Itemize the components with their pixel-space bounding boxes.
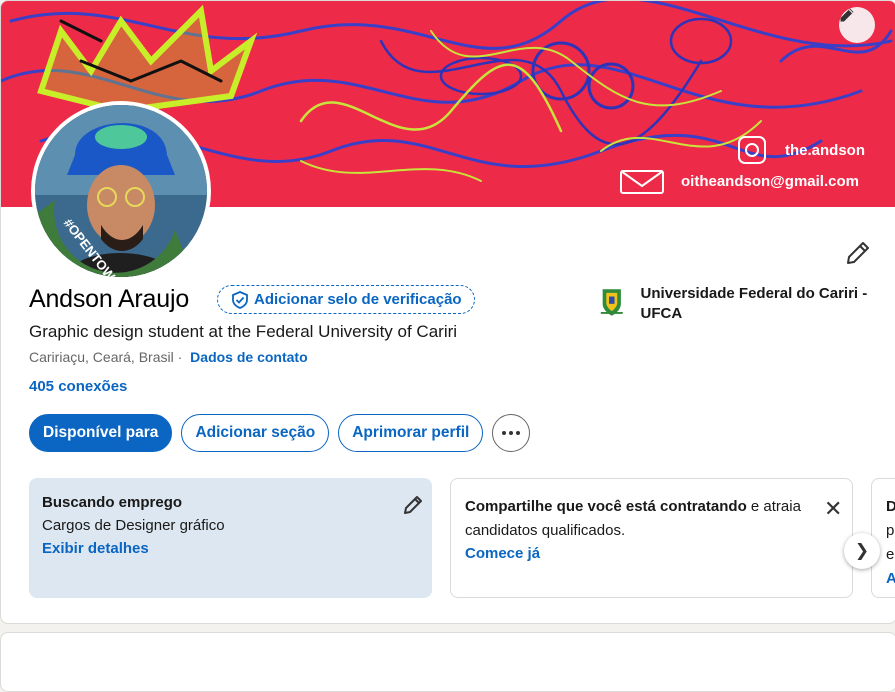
profile-headline: Graphic design student at the Federal Un…: [29, 322, 458, 341]
more-options-button[interactable]: [492, 414, 531, 452]
peek-line-1: D: [886, 495, 895, 519]
ellipsis-icon: [502, 431, 521, 435]
available-for-button[interactable]: Disponível para: [29, 414, 173, 452]
verify-badge-button[interactable]: Adicionar selo de verificação: [217, 285, 475, 314]
contact-info-link[interactable]: Dados de contato: [190, 349, 307, 365]
add-section-button[interactable]: Adicionar seção: [181, 414, 330, 452]
banner-handle: the.andson: [785, 142, 866, 159]
hiring-panel-text: Compartilhe que você está contratando e …: [465, 495, 815, 543]
profile-actions: Disponível para Adicionar seção Aprimora…: [29, 414, 531, 452]
pencil-icon[interactable]: [403, 495, 423, 515]
peek-line-4: A: [886, 567, 895, 591]
peek-line-2: p: [886, 522, 895, 539]
education-name: Universidade Federal do Cariri - UFCA: [640, 285, 868, 322]
profile-name: Andson Araujo: [29, 285, 190, 313]
next-section-card: [0, 632, 895, 692]
pencil-icon: [840, 8, 854, 22]
carousel-next-button[interactable]: ❯: [844, 533, 880, 569]
banner-email: oitheandson@gmail.com: [681, 173, 859, 190]
profile-card: the.andson oitheandson@gmail.com #OPE: [0, 0, 895, 624]
hiring-panel[interactable]: Compartilhe que você está contratando e …: [450, 478, 853, 598]
shield-check-icon: [232, 290, 248, 309]
verify-label: Adicionar selo de verificação: [254, 291, 462, 308]
connections-link[interactable]: 405 conexões: [29, 378, 127, 395]
improve-profile-button[interactable]: Aprimorar perfil: [338, 414, 484, 452]
open-to-work-panel[interactable]: Buscando emprego Cargos de Designer gráf…: [29, 478, 432, 598]
avatar-photo: #OPENTOWORK: [35, 105, 207, 277]
profile-avatar[interactable]: #OPENTOWORK: [31, 101, 211, 281]
university-logo-icon: [600, 289, 623, 316]
mail-icon: [620, 170, 664, 194]
peek-line-3: e: [886, 546, 895, 563]
education-item[interactable]: Universidade Federal do Cariri - UFCA: [599, 284, 889, 324]
banner-edit-button[interactable]: [839, 7, 875, 43]
profile-edit-button[interactable]: [844, 239, 872, 267]
pencil-icon: [847, 242, 869, 264]
job-panel-title: Buscando emprego: [42, 494, 183, 511]
job-panel-subtitle: Cargos de Designer gráfico: [42, 517, 225, 534]
location-text: Caririaçu, Ceará, Brasil: [29, 349, 174, 365]
hiring-panel-link[interactable]: Comece já: [465, 545, 838, 562]
job-panel-details-link[interactable]: Exibir detalhes: [42, 540, 419, 557]
close-icon[interactable]: ✕: [824, 496, 842, 522]
chevron-right-icon: ❯: [854, 541, 870, 560]
profile-location: Caririaçu, Ceará, Brasil · Dados de cont…: [29, 349, 308, 365]
hiring-panel-text-bold: Compartilhe que você está contratando: [465, 498, 747, 515]
